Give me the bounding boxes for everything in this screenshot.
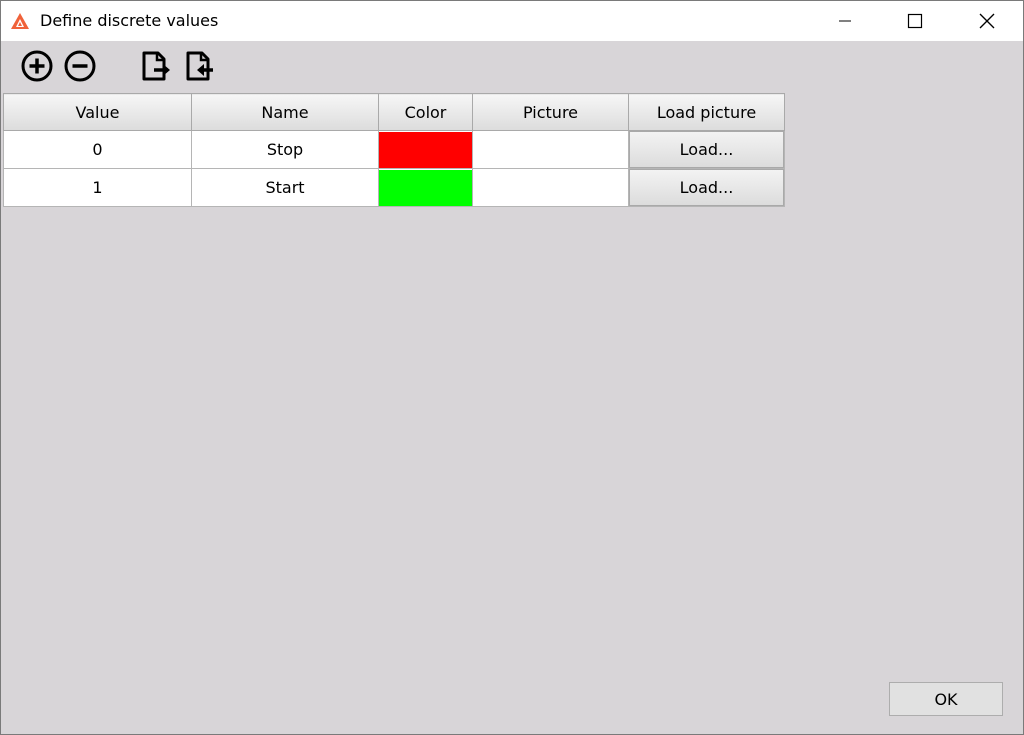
maximize-button[interactable] — [892, 1, 938, 41]
export-file-icon — [142, 51, 170, 81]
column-header-value[interactable]: Value — [3, 93, 192, 131]
dialog-window: Define discrete values Value Name Color … — [0, 0, 1024, 735]
load-cell: Load... — [628, 130, 785, 169]
import-button[interactable] — [182, 49, 216, 83]
column-header-picture[interactable]: Picture — [472, 93, 629, 131]
picture-cell[interactable] — [472, 168, 629, 207]
color-cell[interactable] — [378, 168, 473, 207]
picture-cell[interactable] — [472, 130, 629, 169]
add-value-button[interactable] — [20, 49, 54, 83]
color-swatch[interactable] — [379, 169, 472, 206]
value-cell[interactable]: 1 — [3, 168, 192, 207]
title-bar: Define discrete values — [1, 1, 1023, 41]
name-cell[interactable]: Start — [191, 168, 379, 207]
remove-circle-icon — [64, 50, 96, 82]
minimize-icon — [839, 20, 851, 22]
toolbar — [1, 41, 1023, 93]
table-row: 0 Stop Load... — [3, 130, 785, 169]
window-title: Define discrete values — [40, 11, 219, 30]
name-cell[interactable]: Stop — [191, 130, 379, 169]
remove-value-button[interactable] — [63, 49, 97, 83]
color-swatch[interactable] — [379, 131, 472, 168]
value-cell[interactable]: 0 — [3, 130, 192, 169]
color-cell[interactable] — [378, 130, 473, 169]
maximize-icon — [907, 13, 923, 29]
export-button[interactable] — [138, 49, 172, 83]
load-picture-button[interactable]: Load... — [629, 169, 784, 206]
table-header-row: Value Name Color Picture Load picture — [3, 93, 785, 131]
discrete-values-table: Value Name Color Picture Load picture 0 … — [3, 93, 785, 207]
load-picture-button[interactable]: Load... — [629, 131, 784, 168]
column-header-name[interactable]: Name — [191, 93, 379, 131]
load-cell: Load... — [628, 168, 785, 207]
close-button[interactable] — [964, 1, 1010, 41]
ok-button[interactable]: OK — [889, 682, 1003, 716]
column-header-color[interactable]: Color — [378, 93, 473, 131]
app-logo-icon — [11, 13, 29, 29]
add-circle-icon — [21, 50, 53, 82]
import-file-icon — [186, 51, 213, 81]
close-icon — [979, 13, 995, 29]
minimize-button[interactable] — [822, 1, 868, 41]
column-header-load-picture[interactable]: Load picture — [628, 93, 785, 131]
table-row: 1 Start Load... — [3, 168, 785, 207]
